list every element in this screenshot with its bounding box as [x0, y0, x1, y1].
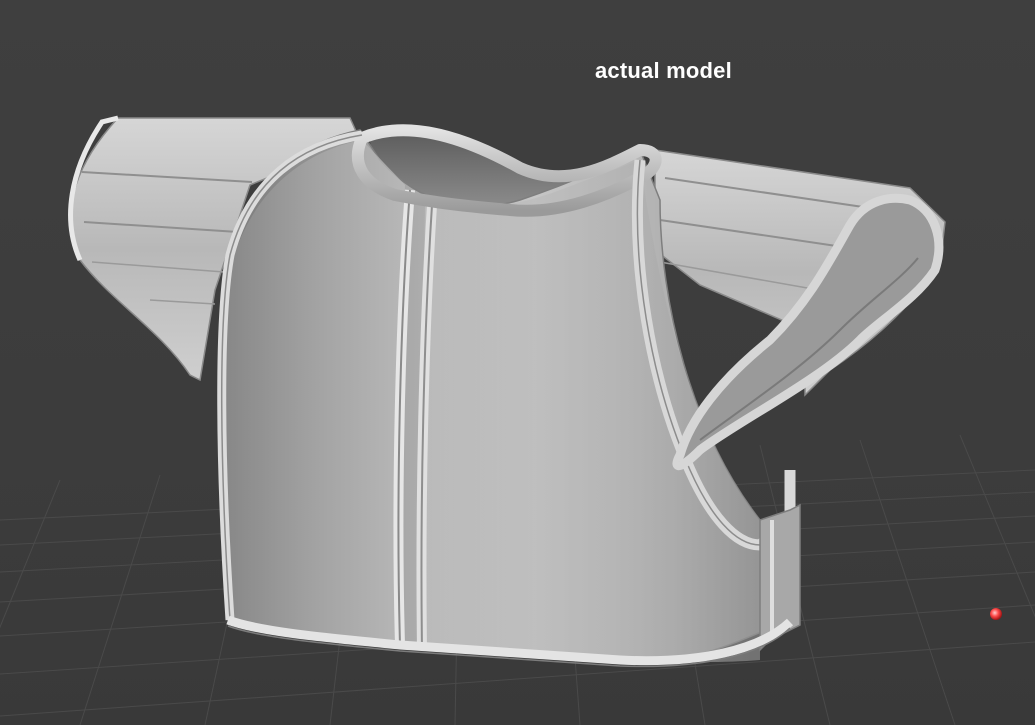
- 3d-viewport[interactable]: actual model: [0, 0, 1035, 725]
- viewport-scene: [0, 115, 1035, 725]
- pivot-marker-icon[interactable]: [990, 608, 1002, 620]
- vest-model[interactable]: [68, 115, 946, 668]
- viewport-caption: actual model: [595, 58, 732, 83]
